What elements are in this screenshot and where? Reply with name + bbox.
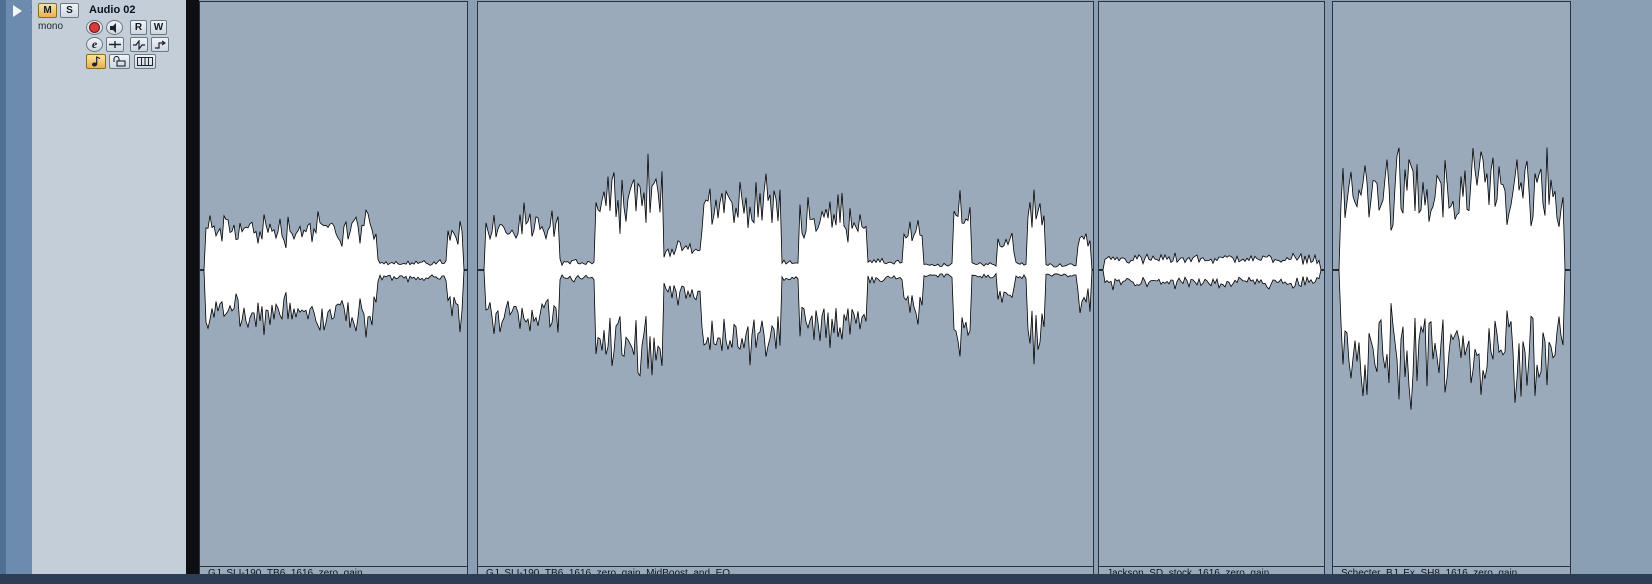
audio-event-4[interactable]: Schecter_BJ_Ex_SH8_1616_zero_gain bbox=[1332, 1, 1571, 581]
waveform-2 bbox=[478, 153, 1093, 377]
channel-config-label: mono bbox=[38, 21, 64, 32]
sends-bypass-button[interactable] bbox=[151, 37, 169, 52]
edit-channel-button[interactable]: e bbox=[86, 37, 103, 52]
waveform-3 bbox=[1099, 252, 1324, 291]
musical-time-button[interactable] bbox=[86, 54, 106, 69]
inserts-bypass-button[interactable] bbox=[106, 37, 124, 52]
eq-icon bbox=[133, 39, 145, 50]
waveform-shape bbox=[478, 153, 1093, 377]
play-arrow-icon[interactable] bbox=[13, 5, 22, 17]
lock-button[interactable] bbox=[109, 54, 130, 69]
lock-icon bbox=[113, 56, 126, 67]
insert-icon bbox=[109, 41, 121, 48]
audio-event-1[interactable]: GJ_SLI-190_TB6_1616_zero_gain bbox=[199, 1, 468, 581]
record-icon bbox=[89, 22, 100, 33]
track-name[interactable]: Audio 02 bbox=[89, 4, 135, 16]
write-automation-button[interactable]: W bbox=[150, 20, 167, 35]
waveform-shape bbox=[1099, 252, 1324, 291]
audio-event-3[interactable]: Jackson_SD_stock_1616_zero_gain bbox=[1098, 1, 1325, 581]
monitor-button[interactable] bbox=[106, 20, 123, 35]
event-lane[interactable]: GJ_SLI-190_TB6_1616_zero_gain GJ_SLI-190… bbox=[199, 0, 1652, 581]
header-divider[interactable] bbox=[186, 0, 199, 584]
track-header[interactable]: M S Audio 02 mono R W e bbox=[32, 0, 187, 574]
audio-event-2[interactable]: GJ_SLI-190_TB6_1616_zero_gain_MidBoost_a… bbox=[477, 1, 1094, 581]
waveform-shape bbox=[200, 208, 467, 338]
record-enable-button[interactable] bbox=[86, 20, 103, 35]
waveform-4 bbox=[1333, 147, 1570, 410]
eq-bypass-button[interactable] bbox=[130, 37, 148, 52]
sends-icon bbox=[155, 40, 166, 49]
monitor-icon bbox=[110, 22, 116, 33]
arrange-window: 2 M S Audio 02 mono R W e bbox=[0, 0, 1652, 584]
lanes-icon bbox=[137, 57, 153, 66]
mute-button[interactable]: M bbox=[38, 3, 57, 18]
waveform-shape bbox=[1333, 147, 1570, 410]
read-automation-button[interactable]: R bbox=[130, 20, 147, 35]
musical-time-icon bbox=[92, 56, 101, 67]
lanes-button[interactable] bbox=[134, 54, 156, 69]
solo-button[interactable]: S bbox=[60, 3, 79, 18]
track-select-strip[interactable]: 2 bbox=[6, 0, 37, 574]
waveform-1 bbox=[200, 208, 467, 338]
edit-icon: e bbox=[91, 37, 98, 51]
bottom-scroll-area bbox=[0, 574, 1652, 584]
